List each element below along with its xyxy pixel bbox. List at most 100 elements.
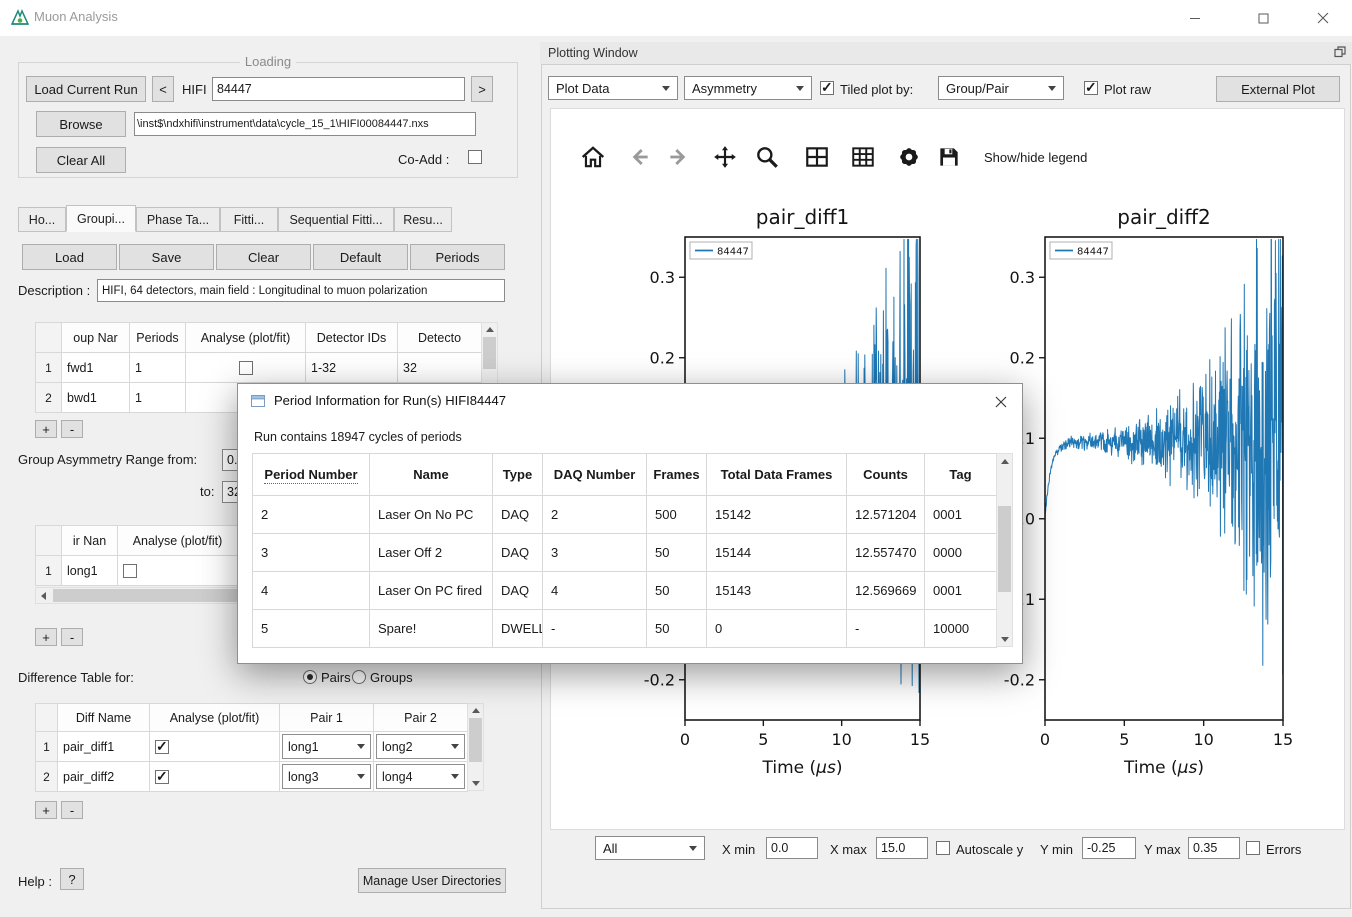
- col-pair1[interactable]: Pair 1: [280, 704, 374, 732]
- forward-icon[interactable]: [666, 144, 692, 170]
- period-table[interactable]: Period Number Name Type DAQ Number Frame…: [252, 453, 997, 648]
- pair-name-cell[interactable]: long1: [62, 556, 118, 586]
- col-analyse[interactable]: Analyse (plot/fit): [186, 323, 306, 353]
- show-hide-legend-button[interactable]: Show/hide legend: [984, 150, 1087, 165]
- external-plot-button[interactable]: External Plot: [1216, 76, 1340, 102]
- minimize-button[interactable]: [1172, 0, 1218, 36]
- scroll-left-icon[interactable]: [36, 588, 51, 603]
- tiled-by-select[interactable]: Group/Pair: [938, 76, 1064, 100]
- previous-run-button[interactable]: <: [152, 76, 174, 102]
- col-diff-name[interactable]: Diff Name: [58, 704, 150, 732]
- default-button[interactable]: Default: [313, 244, 408, 270]
- groups-radio-label[interactable]: Groups: [370, 670, 413, 685]
- remove-group-button[interactable]: -: [61, 420, 83, 438]
- settings-gear-icon[interactable]: [896, 144, 922, 170]
- diff-name-cell[interactable]: pair_diff1: [58, 732, 150, 762]
- analyse-checkbox[interactable]: [155, 770, 169, 784]
- errors-checkbox[interactable]: [1246, 841, 1260, 855]
- browse-button[interactable]: Browse: [36, 111, 126, 137]
- col-analyse[interactable]: Analyse (plot/fit): [118, 526, 238, 556]
- scroll-up-icon[interactable]: [997, 454, 1012, 468]
- tile-grid-icon[interactable]: [850, 144, 876, 170]
- plot-data-select[interactable]: Plot Data: [548, 76, 678, 100]
- tab-results[interactable]: Resu...: [394, 207, 452, 232]
- load-button[interactable]: Load: [22, 244, 117, 270]
- pair1-select[interactable]: long1: [282, 734, 371, 759]
- xmin-input[interactable]: 0.0: [766, 837, 818, 859]
- dialog-close-button[interactable]: [978, 384, 1024, 420]
- group-name-cell[interactable]: fwd1: [62, 353, 130, 383]
- description-input[interactable]: HIFI, 64 detectors, main field : Longitu…: [97, 279, 505, 302]
- clear-all-button[interactable]: Clear All: [36, 147, 126, 173]
- save-icon[interactable]: [936, 144, 962, 170]
- col-period-number[interactable]: Period Number: [253, 454, 370, 496]
- col-analyse[interactable]: Analyse (plot/fit): [150, 704, 280, 732]
- analyse-checkbox[interactable]: [155, 740, 169, 754]
- tiled-plot-checkbox[interactable]: [820, 81, 834, 95]
- col-type[interactable]: Type: [493, 454, 543, 496]
- scroll-up-icon[interactable]: [482, 323, 497, 336]
- plot-type-select[interactable]: Asymmetry: [684, 76, 812, 100]
- col-frames[interactable]: Frames: [647, 454, 707, 496]
- tab-phase-table[interactable]: Phase Ta...: [136, 207, 220, 232]
- analyse-checkbox[interactable]: [123, 564, 137, 578]
- plotting-dock-titlebar[interactable]: Plotting Window: [540, 42, 1352, 64]
- diff-table-scrollbar[interactable]: [467, 703, 484, 791]
- help-button[interactable]: ?: [60, 868, 84, 890]
- ymin-input[interactable]: -0.25: [1082, 837, 1136, 859]
- home-icon[interactable]: [580, 144, 606, 170]
- file-path-input[interactable]: \inst$\ndxhifi\instrument\data\cycle_15_…: [134, 112, 476, 136]
- col-group-name[interactable]: oup Nar: [62, 323, 130, 353]
- groups-radio[interactable]: [352, 670, 366, 684]
- col-detectors[interactable]: Detecto: [398, 323, 482, 353]
- pan-icon[interactable]: [712, 144, 738, 170]
- col-pair-name[interactable]: ir Nan: [62, 526, 118, 556]
- add-group-button[interactable]: +: [35, 420, 57, 438]
- scroll-down-icon[interactable]: [997, 632, 1012, 646]
- col-total-data-frames[interactable]: Total Data Frames: [707, 454, 847, 496]
- scroll-down-icon[interactable]: [468, 777, 483, 790]
- pair2-select[interactable]: long4: [376, 764, 465, 789]
- detector-ids-cell[interactable]: 1-32: [306, 353, 398, 383]
- close-button[interactable]: [1300, 0, 1346, 36]
- pair2-select[interactable]: long2: [376, 734, 465, 759]
- pair1-select[interactable]: long3: [282, 764, 371, 789]
- dialog-titlebar[interactable]: Period Information for Run(s) HIFI84447: [238, 384, 1022, 418]
- col-periods[interactable]: Periods: [130, 323, 186, 353]
- ymax-input[interactable]: 0.35: [1188, 837, 1240, 859]
- diff-table[interactable]: Diff Name Analyse (plot/fit) Pair 1 Pair…: [35, 703, 468, 792]
- col-name[interactable]: Name: [370, 454, 493, 496]
- tab-home[interactable]: Ho...: [18, 207, 66, 232]
- co-add-checkbox[interactable]: [468, 150, 482, 164]
- clear-button[interactable]: Clear: [216, 244, 311, 270]
- plot-raw-checkbox[interactable]: [1084, 81, 1098, 95]
- col-daq-number[interactable]: DAQ Number: [543, 454, 647, 496]
- periods-cell[interactable]: 1: [130, 353, 186, 383]
- autoscale-y-checkbox[interactable]: [936, 841, 950, 855]
- save-button[interactable]: Save: [119, 244, 214, 270]
- col-counts[interactable]: Counts: [847, 454, 925, 496]
- tab-grouping[interactable]: Groupi...: [66, 205, 136, 232]
- col-pair2[interactable]: Pair 2: [374, 704, 468, 732]
- run-number-input[interactable]: 84447: [212, 77, 465, 101]
- manage-user-directories-button[interactable]: Manage User Directories: [358, 868, 506, 893]
- back-icon[interactable]: [626, 144, 652, 170]
- pairs-radio-label[interactable]: Pairs: [321, 670, 351, 685]
- next-run-button[interactable]: >: [471, 76, 493, 102]
- period-table-scrollbar[interactable]: [996, 453, 1013, 647]
- remove-diff-button[interactable]: -: [61, 801, 83, 819]
- zoom-icon[interactable]: [754, 144, 780, 170]
- periods-cell[interactable]: 1: [130, 383, 186, 413]
- xmax-input[interactable]: 15.0: [876, 837, 928, 859]
- remove-pair-button[interactable]: -: [61, 628, 83, 646]
- plot-range-select[interactable]: All: [595, 836, 705, 860]
- col-detector-ids[interactable]: Detector IDs: [306, 323, 398, 353]
- add-diff-button[interactable]: +: [35, 801, 57, 819]
- pairs-radio[interactable]: [303, 670, 317, 684]
- periods-button[interactable]: Periods: [410, 244, 505, 270]
- analyse-checkbox[interactable]: [239, 361, 253, 375]
- load-current-run-button[interactable]: Load Current Run: [26, 76, 146, 102]
- col-tag[interactable]: Tag: [925, 454, 997, 496]
- add-pair-button[interactable]: +: [35, 628, 57, 646]
- tab-fitting[interactable]: Fitti...: [220, 207, 278, 232]
